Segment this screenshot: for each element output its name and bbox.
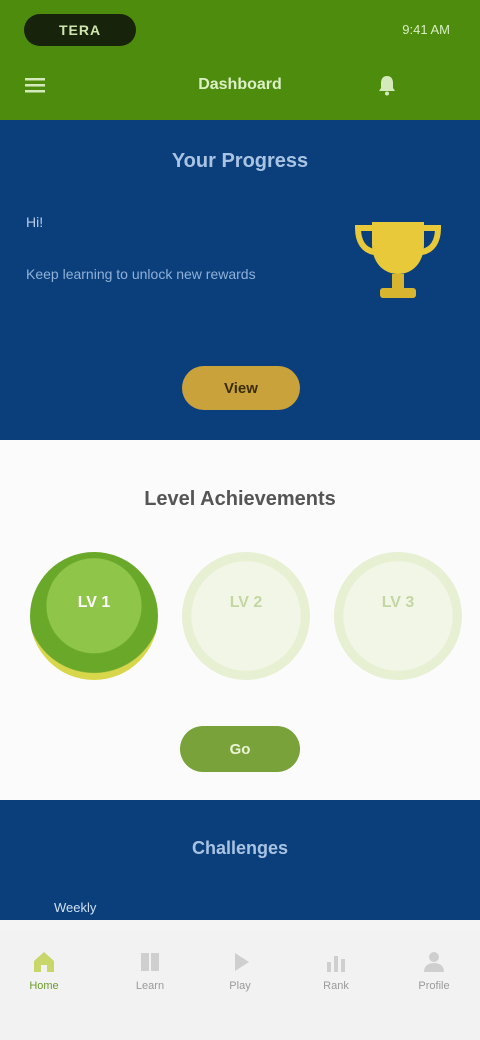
level-badge-label: LV 2 bbox=[229, 594, 263, 611]
app-header: TERA 9:41 AM Dashboard bbox=[0, 0, 480, 120]
progress-description: Keep learning to unlock new rewards bbox=[26, 266, 256, 282]
level-badge-1[interactable]: LV 1 bbox=[30, 552, 158, 680]
level-badge-2[interactable]: LV 2 bbox=[182, 552, 310, 680]
greeting-label: Hi! bbox=[26, 214, 44, 230]
notification-icon[interactable] bbox=[374, 72, 400, 98]
app-logo[interactable]: TERA bbox=[24, 14, 136, 46]
tab-learn[interactable]: Learn bbox=[120, 948, 180, 1008]
user-icon bbox=[424, 952, 444, 972]
levels-section: Level Achievements LV 1 LV 2 LV 3 Go bbox=[0, 440, 480, 800]
chart-icon bbox=[327, 956, 345, 972]
progress-title: Your Progress bbox=[171, 150, 309, 172]
challenges-title: Challenges bbox=[191, 838, 289, 858]
home-icon bbox=[34, 952, 54, 972]
book-icon bbox=[141, 953, 159, 971]
progress-section: Your Progress Hi! Keep learning to unloc… bbox=[0, 120, 480, 440]
tab-rank[interactable]: Rank bbox=[306, 948, 366, 1008]
level-badge-label: LV 3 bbox=[381, 594, 415, 611]
tab-label: Play bbox=[229, 980, 251, 992]
tab-label: Learn bbox=[135, 980, 165, 992]
menu-icon[interactable] bbox=[22, 72, 48, 98]
tab-home[interactable]: Home bbox=[14, 948, 74, 1008]
tab-play[interactable]: Play bbox=[210, 948, 270, 1008]
status-time: 9:41 AM bbox=[402, 22, 450, 37]
view-progress-button[interactable]: View bbox=[182, 366, 300, 410]
logo-text: TERA bbox=[58, 22, 102, 38]
tab-label: Profile bbox=[418, 980, 450, 992]
tab-profile[interactable]: Profile bbox=[404, 948, 464, 1008]
challenges-section: Challenges Weekly bbox=[0, 800, 480, 920]
play-icon bbox=[235, 953, 249, 971]
bottom-tab-bar: Home Learn Play Rank Profile bbox=[0, 930, 480, 1040]
challenges-subtitle: Weekly bbox=[54, 900, 97, 915]
level-badge-label: LV 1 bbox=[77, 594, 111, 611]
tab-label: Rank bbox=[323, 980, 349, 992]
page-title: Dashboard bbox=[198, 76, 282, 93]
go-button[interactable]: Go bbox=[180, 726, 300, 772]
trophy-icon bbox=[350, 212, 446, 308]
level-badge-3[interactable]: LV 3 bbox=[334, 552, 462, 680]
tab-label: Home bbox=[29, 980, 59, 992]
levels-title: Level Achievements bbox=[144, 488, 336, 510]
